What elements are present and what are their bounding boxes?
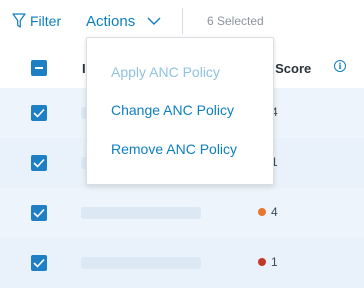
filter-funnel-icon: [12, 13, 26, 29]
row-name-placeholder: [81, 207, 201, 219]
row-checkbox[interactable]: [31, 205, 47, 221]
selected-count: 6 Selected: [207, 14, 264, 28]
checkmark-icon: [33, 258, 45, 268]
trust-score-dot: [258, 208, 266, 216]
trust-score-value: 1: [271, 255, 278, 269]
actions-dropdown-menu: Apply ANC Policy Change ANC Policy Remov…: [86, 37, 274, 185]
row-checkbox[interactable]: [31, 255, 47, 271]
table-row[interactable]: 1: [0, 238, 364, 289]
select-all-checkbox[interactable]: [31, 60, 47, 76]
checkmark-icon: [33, 208, 45, 218]
filter-label: Filter: [30, 13, 62, 29]
toolbar: Filter Actions 6 Selected: [0, 0, 364, 42]
chevron-down-icon: [135, 17, 161, 26]
checkmark-icon: [33, 108, 45, 118]
table-row[interactable]: 4: [0, 188, 364, 239]
actions-dropdown-button[interactable]: Actions: [86, 10, 161, 32]
trust-score-value: 4: [271, 205, 278, 219]
row-name-placeholder: [81, 257, 201, 269]
menu-item-apply-anc-policy: Apply ANC Policy: [111, 64, 220, 80]
trust-score-dot: [258, 258, 266, 266]
menu-item-change-anc-policy[interactable]: Change ANC Policy: [111, 102, 234, 118]
actions-label: Actions: [86, 12, 136, 30]
filter-button[interactable]: Filter: [12, 10, 61, 32]
row-checkbox[interactable]: [31, 155, 47, 171]
menu-item-remove-anc-policy[interactable]: Remove ANC Policy: [111, 141, 237, 157]
toolbar-divider: [182, 8, 183, 34]
checkmark-icon: [33, 158, 45, 168]
info-circle-icon[interactable]: i: [334, 60, 346, 72]
row-checkbox[interactable]: [31, 105, 47, 121]
